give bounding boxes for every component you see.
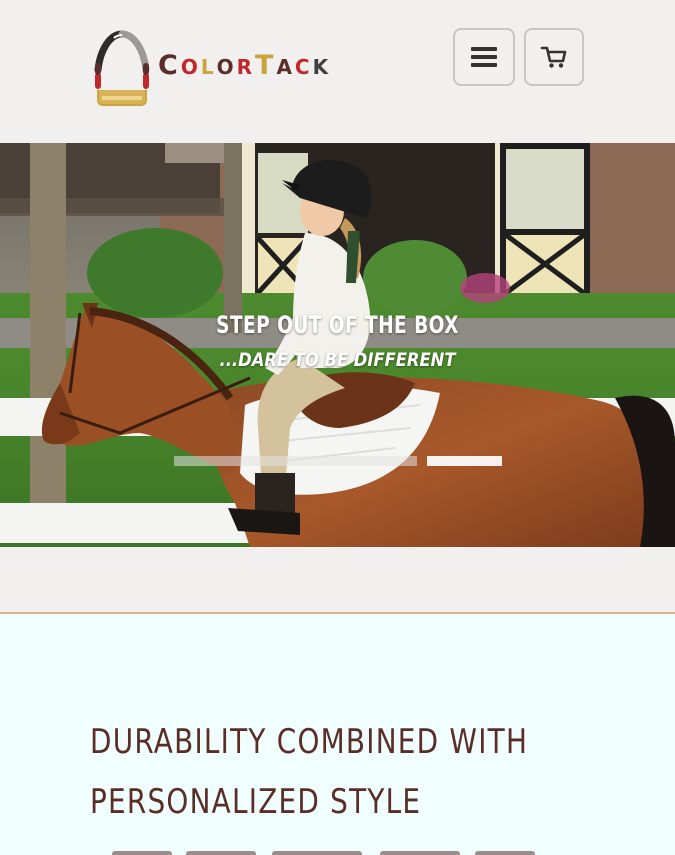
hero-title: STEP OUT OF THE BOX	[216, 311, 459, 339]
stirrup-logo-icon	[94, 30, 150, 106]
section-headline: DURABILITY COMBINED WITH PERSONALIZED ST…	[90, 712, 582, 832]
shopping-cart-icon	[540, 46, 567, 68]
headline-line-2: PERSONALIZED STYLE	[90, 782, 422, 822]
logo-letter: A	[276, 55, 295, 79]
logo-letter: C	[294, 55, 313, 79]
logo-letter: O	[216, 55, 237, 79]
site-header: COLORTACK	[0, 0, 675, 143]
slide-indicator-2[interactable]	[427, 456, 502, 466]
logo-letter: O	[180, 55, 201, 79]
hamburger-menu-icon	[471, 47, 497, 67]
logo-letter: L	[200, 55, 217, 79]
hero-slider[interactable]: STEP OUT OF THE BOX ...DARE TO BE DIFFER…	[0, 143, 675, 547]
hero-image	[0, 143, 675, 547]
logo-letter: T	[255, 50, 277, 81]
cart-button[interactable]	[524, 28, 584, 86]
logo-wordmark: COLORTACK	[158, 52, 331, 79]
colortack-logo[interactable]: COLORTACK	[92, 30, 362, 110]
logo-letter: K	[312, 55, 332, 79]
headline-line-1: DURABILITY COMBINED WITH	[90, 722, 529, 762]
hero-subtitle: ...DARE TO BE DIFFERENT	[219, 349, 456, 371]
logo-letter: C	[158, 50, 181, 81]
section-divider	[0, 547, 675, 614]
intro-section: DURABILITY COMBINED WITH PERSONALIZED ST…	[0, 614, 675, 855]
menu-button[interactable]	[453, 28, 515, 86]
logo-letter: R	[236, 55, 256, 79]
cut-off-text-line	[90, 846, 550, 855]
slide-indicator-1[interactable]	[174, 456, 417, 466]
